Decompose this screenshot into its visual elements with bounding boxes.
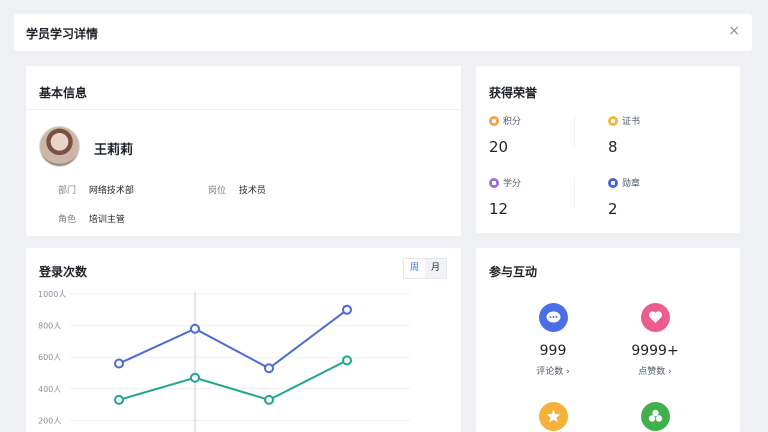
data-point (264, 363, 274, 374)
medals-stat: 勋章 2 (608, 172, 640, 218)
points-label: 积分 (503, 117, 522, 127)
likes-value: 9999+ (631, 343, 679, 359)
post-value: 技术员 (238, 186, 266, 196)
basic-info-card: 基本信息 王莉莉 部门 网络技术部 岗位 技术员 角色 培训主管 (26, 66, 461, 236)
certificate-icon (608, 115, 618, 126)
points-icon (489, 115, 499, 126)
heart-icon (640, 303, 670, 332)
data-point (190, 372, 200, 383)
comments-stat: 999 评论数 › (513, 303, 593, 377)
honors-card: 获得荣誉 积分 20 证书 8 学分 12 勋章 2 (476, 66, 740, 233)
points-stat: 积分 20 (489, 110, 521, 156)
login-count-card: 1000人 800人 600人 400人 200人 登录次数 周 月 (26, 248, 461, 432)
comment-icon (538, 303, 568, 332)
divider (26, 109, 461, 110)
dept-row: 部门 网络技术部 (58, 183, 134, 196)
star-icon (538, 402, 568, 431)
y-tick-label: 800人 (38, 322, 61, 331)
avatar (39, 126, 80, 167)
certificates-stat: 证书 8 (608, 110, 640, 156)
y-tick-label: 400人 (38, 385, 61, 394)
series-line-1 (118, 359, 348, 401)
points-value: 20 (489, 138, 509, 156)
dept-value: 网络技术部 (88, 186, 134, 196)
credits-value: 12 (489, 200, 509, 218)
medals-value: 2 (608, 200, 618, 218)
interaction-card: 参与互动 999 评论数 › 9999+ 点赞数 › (476, 248, 740, 432)
post-label: 岗位 (208, 186, 227, 196)
y-tick-label: 1000人 (38, 290, 66, 299)
close-icon[interactable]: × (728, 23, 740, 39)
likes-link[interactable]: 点赞数 › (615, 364, 695, 377)
login-line-chart: 1000人 800人 600人 400人 200人 (38, 290, 410, 432)
certificates-label: 证书 (622, 117, 641, 127)
comments-link[interactable]: 评论数 › (513, 364, 593, 377)
period-toggle: 周 月 (403, 258, 447, 279)
login-count-title: 登录次数 (39, 265, 88, 279)
share-stat (615, 402, 695, 431)
credits-icon (489, 177, 499, 188)
dept-label: 部门 (58, 186, 77, 196)
data-point (190, 323, 200, 334)
credits-label: 学分 (503, 179, 522, 189)
role-row: 角色 培训主管 (58, 212, 125, 225)
dialog-header: 学员学习详情 × (14, 14, 752, 51)
honors-title: 获得荣誉 (489, 86, 538, 100)
divider (574, 178, 575, 208)
role-label: 角色 (58, 215, 77, 225)
data-point (264, 394, 274, 405)
post-row: 岗位 技术员 (208, 183, 266, 196)
favorites-stat (513, 402, 593, 431)
medals-label: 勋章 (622, 179, 641, 189)
basic-info-title: 基本信息 (39, 86, 88, 100)
series-line-0 (118, 308, 348, 370)
data-point (114, 358, 124, 369)
credits-stat: 学分 12 (489, 172, 521, 218)
y-tick-label: 200人 (38, 416, 61, 425)
data-point (114, 394, 124, 405)
comments-value: 999 (539, 343, 567, 359)
dialog-title: 学员学习详情 (26, 27, 99, 41)
clover-icon (640, 402, 670, 431)
data-point (342, 304, 352, 315)
role-value: 培训主管 (88, 215, 125, 225)
interaction-title: 参与互动 (489, 265, 538, 279)
likes-stat: 9999+ 点赞数 › (615, 303, 695, 377)
student-name: 王莉莉 (94, 143, 134, 158)
tab-week[interactable]: 周 (404, 259, 425, 278)
divider (574, 116, 575, 146)
data-point (342, 355, 352, 366)
certificates-value: 8 (608, 138, 618, 156)
y-tick-label: 600人 (38, 353, 61, 362)
medal-icon (608, 177, 618, 188)
tab-month[interactable]: 月 (425, 259, 446, 278)
